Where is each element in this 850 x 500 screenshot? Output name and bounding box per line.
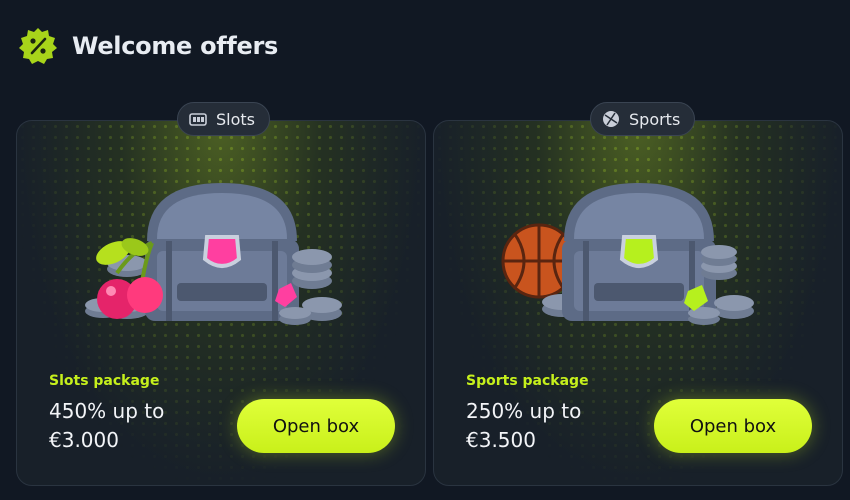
open-box-button[interactable]: Open box bbox=[237, 399, 395, 453]
bonus-amount: 450% up to €3.000 bbox=[49, 397, 219, 455]
bonus-amount-line: 450% up to bbox=[49, 399, 165, 423]
bonus-amount-value: €3.500 bbox=[466, 428, 536, 452]
category-label: Sports bbox=[629, 109, 681, 129]
sports-offer-card: Sports package 250% up to €3.500 Open bo… bbox=[433, 120, 843, 486]
treasure-chest-sports-illustration bbox=[501, 183, 754, 325]
percent-badge-icon bbox=[18, 26, 58, 66]
package-title: Sports package bbox=[466, 373, 589, 389]
bonus-amount: 250% up to €3.500 bbox=[466, 397, 636, 455]
package-title: Slots package bbox=[49, 373, 160, 389]
open-box-button[interactable]: Open box bbox=[654, 399, 812, 453]
category-chip-slots: Slots bbox=[177, 102, 270, 136]
ball-icon bbox=[603, 111, 619, 127]
category-chip-sports: Sports bbox=[590, 102, 696, 136]
bonus-amount-line: 250% up to bbox=[466, 399, 582, 423]
bonus-amount-value: €3.000 bbox=[49, 428, 119, 452]
section-header: Welcome offers bbox=[18, 26, 278, 66]
page-title: Welcome offers bbox=[72, 32, 279, 60]
treasure-chest-slots-illustration bbox=[85, 183, 342, 325]
slots-offer-card: Slots package 450% up to €3.000 Open box bbox=[16, 120, 426, 486]
slot-machine-icon bbox=[189, 113, 207, 126]
category-label: Slots bbox=[216, 109, 255, 129]
